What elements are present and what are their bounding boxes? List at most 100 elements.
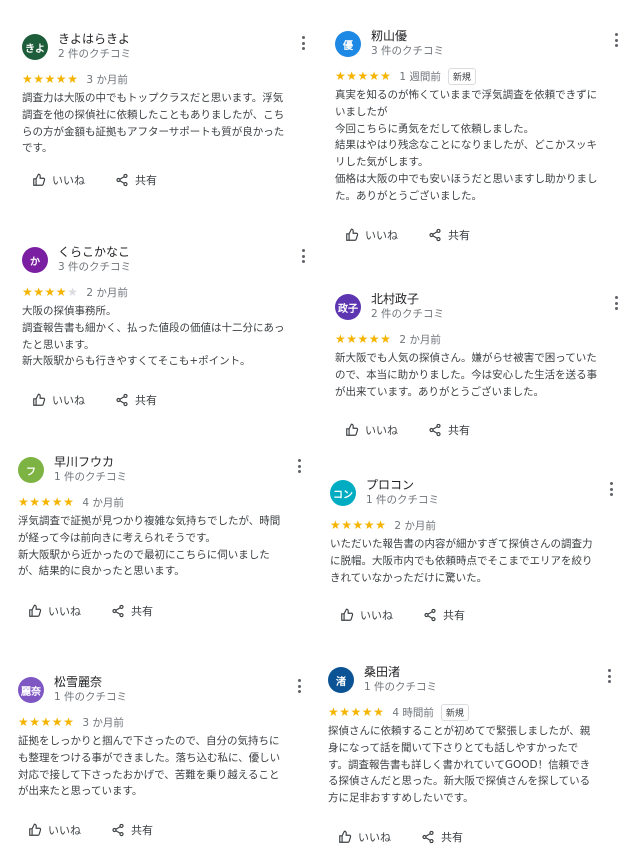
reviewer-name[interactable]: 北村政子: [371, 290, 419, 307]
thumbs-up-icon: [29, 604, 42, 617]
review-meta: ★★★★★ 2 か月前: [335, 330, 625, 348]
share-label: 共有: [441, 831, 463, 844]
avatar[interactable]: コン: [330, 480, 356, 506]
review-text: いただいた報告書の内容が細かすぎて探偵さんの調査力 に脱帽。大阪市内でも依頼時点…: [330, 538, 593, 584]
more-options-icon[interactable]: [298, 34, 308, 52]
review-time: 1 週間前: [399, 70, 441, 83]
like-button[interactable]: いいね: [28, 603, 81, 619]
more-options-icon[interactable]: [606, 480, 616, 498]
share-icon: [112, 823, 124, 837]
thumbs-up-icon: [33, 173, 46, 186]
reviewer-name[interactable]: 籾山優: [371, 27, 407, 44]
reviewer-name[interactable]: くらこかなこ: [58, 243, 130, 260]
avatar[interactable]: きよ: [22, 34, 48, 60]
like-button[interactable]: いいね: [32, 392, 85, 408]
new-badge: 新規: [440, 703, 469, 721]
share-icon: [112, 604, 124, 618]
review-header: きよ きよはらきよ 2 件のクチコミ: [22, 30, 312, 70]
star-icon: ★: [29, 495, 41, 509]
star-rating: ★★★★★: [335, 333, 391, 345]
review-text: 調査力は大阪の中でもトップクラスだと思います。浮気 調査を他の探偵社に依頼したこ…: [22, 92, 285, 155]
reviewer-name[interactable]: きよはらきよ: [58, 30, 130, 47]
star-icon: ★: [55, 72, 68, 86]
share-icon: [422, 830, 434, 844]
review-text: 証拠をしっかりと掴んで下さったので、自分の気持ちに も整理をつける事ができました…: [18, 735, 281, 798]
share-label: 共有: [131, 605, 153, 618]
share-button[interactable]: 共有: [423, 607, 465, 623]
star-icon: ★: [361, 705, 374, 719]
reviewer-name[interactable]: 松雪麗奈: [54, 673, 102, 690]
share-button[interactable]: 共有: [111, 822, 153, 838]
reviewer-name[interactable]: プロコン: [366, 476, 414, 493]
star-icon: ★: [51, 495, 64, 509]
avatar[interactable]: 麗奈: [18, 677, 44, 703]
like-label: いいね: [358, 831, 391, 844]
review-time: 3 か月前: [82, 716, 124, 729]
star-icon: ★: [368, 332, 381, 346]
new-badge: 新規: [447, 67, 476, 85]
share-label: 共有: [135, 174, 157, 187]
like-button[interactable]: いいね: [338, 829, 391, 845]
review-card: かくらこかなこ 3 件のクチコミ ★★★★★ 2 か月前 大阪の探偵事務所。 調査報告書…: [22, 243, 312, 370]
review-time: 2 か月前: [399, 333, 441, 346]
star-icon: ★: [44, 72, 56, 86]
like-label: いいね: [365, 229, 398, 242]
review-card: きよ きよはらきよ 2 件のクチコミ ★★★★★ 3 か月前 調査力は大阪の中でもトップク…: [22, 30, 312, 157]
avatar[interactable]: か: [22, 247, 48, 273]
review-meta: ★★★★★ 2 か月前: [22, 283, 312, 301]
star-icon: ★: [357, 69, 369, 83]
star-icon: ★: [55, 285, 68, 299]
reviewer-name[interactable]: 桑田渚: [364, 663, 400, 680]
like-button[interactable]: いいね: [345, 227, 398, 243]
star-icon: ★: [352, 518, 364, 532]
star-icon: ★: [40, 715, 52, 729]
share-button[interactable]: 共有: [428, 422, 470, 438]
more-options-icon[interactable]: [298, 247, 308, 265]
star-icon: ★: [51, 715, 64, 729]
share-label: 共有: [448, 424, 470, 437]
like-label: いいね: [48, 605, 81, 618]
review-header: 麗奈 松雪麗奈 1 件のクチコミ: [18, 673, 308, 713]
star-icon: ★: [339, 705, 351, 719]
star-rating: ★★★★★: [330, 519, 386, 531]
review-meta: ★★★★★ 1 週間前 新規: [335, 67, 625, 85]
review-card: 麗奈 松雪麗奈 1 件のクチコミ ★★★★★ 3 か月前 証拠をしっかりと掴んで下さったの…: [18, 673, 308, 800]
star-icon: ★: [63, 495, 75, 509]
more-options-icon[interactable]: [294, 457, 304, 475]
share-button[interactable]: 共有: [421, 829, 463, 845]
more-options-icon[interactable]: [294, 677, 304, 695]
like-button[interactable]: いいね: [340, 607, 393, 623]
more-options-icon[interactable]: [611, 294, 621, 312]
review-actions: いいね 共有: [345, 422, 500, 438]
star-icon: ★: [330, 518, 342, 532]
more-options-icon[interactable]: [604, 667, 614, 685]
star-icon: ★: [22, 72, 34, 86]
avatar[interactable]: 政子: [335, 294, 361, 320]
like-button[interactable]: いいね: [28, 822, 81, 838]
reviewer-name[interactable]: 早川フウカ: [54, 453, 114, 470]
thumbs-up-icon: [29, 823, 42, 836]
share-button[interactable]: 共有: [111, 603, 153, 619]
avatar[interactable]: フ: [18, 457, 44, 483]
star-icon: ★: [363, 518, 376, 532]
like-button[interactable]: いいね: [345, 422, 398, 438]
review-actions: いいね 共有: [345, 227, 500, 243]
avatar[interactable]: 渚: [328, 667, 354, 693]
review-card: フ早川フウカ 1 件のクチコミ ★★★★★ 4 か月前 浮気調査で証拠が見つかり複雑な気…: [18, 453, 308, 580]
star-icon: ★: [346, 332, 358, 346]
more-options-icon[interactable]: [611, 31, 621, 49]
share-label: 共有: [443, 609, 465, 622]
share-button[interactable]: 共有: [115, 392, 157, 408]
star-icon: ★: [40, 495, 52, 509]
like-button[interactable]: いいね: [32, 172, 85, 188]
review-card: 優籾山優 3 件のクチコミ ★★★★★ 1 週間前 新規 真実を知るのが怖くていままで浮気…: [335, 27, 625, 205]
share-icon: [424, 608, 436, 622]
review-count: 1 件のクチコミ: [54, 691, 128, 703]
share-label: 共有: [135, 394, 157, 407]
share-button[interactable]: 共有: [428, 227, 470, 243]
review-count: 2 件のクチコミ: [371, 308, 445, 320]
review-count: 3 件のクチコミ: [58, 261, 132, 273]
avatar[interactable]: 優: [335, 31, 361, 57]
share-button[interactable]: 共有: [115, 172, 157, 188]
star-rating: ★★★★★: [328, 706, 384, 718]
